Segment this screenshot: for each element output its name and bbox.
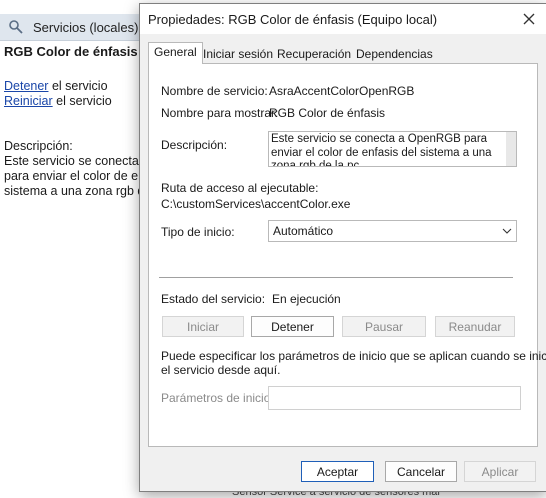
display-name-value: RGB Color de énfasis: [269, 106, 386, 120]
startup-type-label: Tipo de inicio:: [161, 225, 235, 239]
general-tab-panel: Nombre de servicio: AsraAccentColorOpenR…: [148, 63, 546, 447]
pause-button[interactable]: Pausar: [342, 316, 426, 337]
path-label: Ruta de acceso al ejecutable:: [161, 181, 319, 195]
service-name-value: AsraAccentColorOpenRGB: [269, 84, 415, 98]
startup-type-select[interactable]: Automático: [268, 220, 517, 242]
selected-service-name: RGB Color de énfasis: [4, 44, 138, 59]
service-status-value: En ejecución: [272, 292, 341, 306]
restart-service-suffix: el servicio: [52, 94, 112, 108]
console-description-line-1: Este servicio se conecta a: [4, 154, 150, 168]
service-detail-panel: RGB Color de énfasis Detener el servicio…: [4, 44, 152, 199]
startup-type-value: Automático: [273, 224, 334, 238]
ok-button[interactable]: Aceptar: [301, 461, 374, 482]
restart-service-line: Reiniciar el servicio: [4, 94, 140, 109]
console-description-line-2: para enviar el color de ent: [4, 169, 149, 183]
properties-dialog: Propiedades: RGB Color de énfasis (Equip…: [139, 3, 546, 492]
params-hint-line-2: el servicio desde aquí.: [161, 363, 281, 377]
stop-service-line: Detener el servicio: [4, 79, 140, 94]
stop-service-link[interactable]: Detener: [4, 79, 48, 93]
tab-general[interactable]: General: [148, 42, 203, 64]
close-icon[interactable]: [516, 6, 542, 32]
dialog-titlebar[interactable]: Propiedades: RGB Color de énfasis (Equip…: [140, 4, 546, 34]
stop-button[interactable]: Detener: [251, 316, 334, 337]
display-name-label: Nombre para mostrar:: [161, 106, 279, 120]
chevron-down-icon: [502, 228, 512, 234]
description-scrollbar[interactable]: [506, 132, 516, 166]
services-tree-header[interactable]: Servicios (locales): [0, 14, 140, 41]
search-services-icon: [9, 20, 23, 34]
console-description-label: Descripción:: [4, 139, 73, 153]
description-text: Este servicio se conecta a OpenRGB para …: [271, 133, 492, 167]
service-status-label: Estado del servicio:: [161, 292, 266, 306]
dialog-title: Propiedades: RGB Color de énfasis (Equip…: [148, 12, 438, 27]
resume-button[interactable]: Reanudar: [435, 316, 515, 337]
services-tree-label: Servicios (locales): [33, 20, 139, 35]
section-divider: [159, 277, 513, 278]
service-name-label: Nombre de servicio:: [161, 84, 268, 98]
start-params-label: Parámetros de inicio:: [161, 391, 274, 405]
tab-log-on[interactable]: Iniciar sesión: [197, 44, 279, 64]
console-description-line-3: sistema a una zona rgb de: [4, 184, 152, 198]
description-textbox[interactable]: Este servicio se conecta a OpenRGB para …: [268, 131, 517, 167]
path-value: C:\customServices\accentColor.exe: [161, 197, 351, 211]
tab-dependencies[interactable]: Dependencias: [350, 44, 439, 64]
tab-recovery[interactable]: Recuperación: [271, 44, 357, 64]
stop-service-suffix: el servicio: [48, 79, 108, 93]
params-hint-line-1: Puede especificar los parámetros de inic…: [161, 349, 546, 363]
restart-service-link[interactable]: Reiniciar: [4, 94, 53, 108]
start-button[interactable]: Iniciar: [162, 316, 244, 337]
apply-button[interactable]: Aplicar: [464, 461, 536, 482]
cancel-button[interactable]: Cancelar: [385, 461, 457, 482]
description-label: Descripción:: [161, 138, 228, 152]
start-params-input[interactable]: [268, 386, 521, 410]
